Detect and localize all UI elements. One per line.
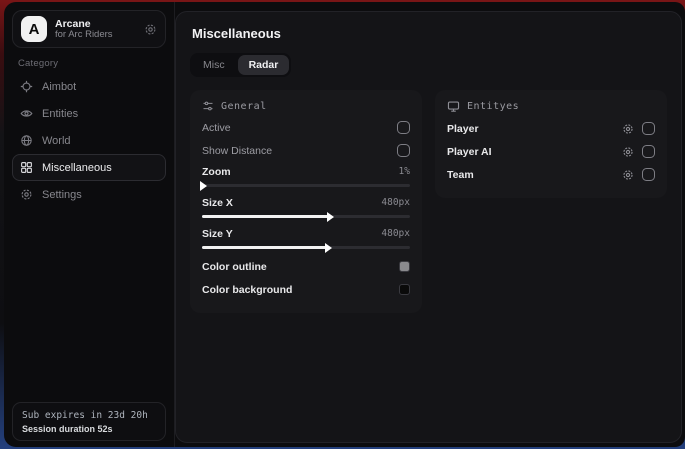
sidebar-item-miscellaneous[interactable]: Miscellaneous <box>12 154 166 181</box>
player-ai-row: Player AI <box>447 140 655 163</box>
size-x-slider-row: Size X 480px <box>202 193 410 218</box>
color-background-label: Color background <box>202 284 292 296</box>
sliders-icon <box>202 100 214 112</box>
brand-text: Arcane for Arc Riders <box>55 18 136 41</box>
sidebar-nav: Aimbot Entities World <box>4 73 174 208</box>
app-tagline: for Arc Riders <box>55 30 136 41</box>
app-name: Arcane <box>55 18 136 30</box>
color-outline-swatch[interactable] <box>399 261 410 272</box>
tab-bar: Misc Radar <box>190 53 291 77</box>
size-x-slider-thumb[interactable] <box>327 212 334 222</box>
sidebar-item-label: Settings <box>42 189 82 201</box>
show-distance-row: Show Distance <box>202 139 410 162</box>
active-checkbox[interactable] <box>397 121 410 134</box>
show-distance-checkbox[interactable] <box>397 144 410 157</box>
tab-misc[interactable]: Misc <box>192 55 236 75</box>
sub-expires-text: Sub expires in 23d 20h <box>22 410 156 421</box>
zoom-slider-thumb[interactable] <box>200 181 207 191</box>
page-title: Miscellaneous <box>192 26 667 41</box>
player-checkbox[interactable] <box>642 122 655 135</box>
size-y-slider[interactable] <box>202 246 410 249</box>
color-background-swatch[interactable] <box>399 284 410 295</box>
crosshair-icon <box>20 80 33 93</box>
active-label: Active <box>202 122 231 134</box>
color-outline-label: Color outline <box>202 261 267 273</box>
sidebar-item-settings[interactable]: Settings <box>12 181 166 208</box>
brand-gear-icon[interactable] <box>144 23 157 36</box>
general-card: General Active Show Distance Zoom 1% <box>190 90 422 313</box>
player-label: Player <box>447 123 479 135</box>
color-outline-row: Color outline <box>202 255 410 278</box>
player-ai-checkbox[interactable] <box>642 145 655 158</box>
size-y-value: 480px <box>381 228 410 239</box>
sidebar-item-world[interactable]: World <box>12 127 166 154</box>
grid-icon <box>20 161 33 174</box>
team-row: Team <box>447 163 655 186</box>
app-window: A Arcane for Arc Riders Category <box>4 2 685 447</box>
monitor-icon <box>447 100 460 113</box>
zoom-value: 1% <box>399 166 410 177</box>
subscription-card: Sub expires in 23d 20h Session duration … <box>12 402 166 441</box>
player-gear-icon[interactable] <box>622 123 634 135</box>
size-y-slider-row: Size Y 480px <box>202 224 410 249</box>
size-x-value: 480px <box>381 197 410 208</box>
main-area: Miscellaneous Misc Radar Gene <box>175 2 685 447</box>
player-ai-gear-icon[interactable] <box>622 146 634 158</box>
session-duration-text: Session duration 52s <box>22 424 156 434</box>
globe-icon <box>20 134 33 147</box>
general-card-header: General <box>202 100 410 112</box>
entities-card-title: Entityes <box>467 101 519 112</box>
sidebar-item-label: Entities <box>42 108 78 120</box>
show-distance-label: Show Distance <box>202 145 272 157</box>
brand-card: A Arcane for Arc Riders <box>12 10 166 48</box>
zoom-slider[interactable] <box>202 184 410 187</box>
team-checkbox[interactable] <box>642 168 655 181</box>
player-row: Player <box>447 117 655 140</box>
zoom-slider-row: Zoom 1% <box>202 162 410 187</box>
team-label: Team <box>447 169 474 181</box>
category-label: Category <box>18 58 174 69</box>
size-y-slider-thumb[interactable] <box>325 243 332 253</box>
app-logo: A <box>21 16 47 42</box>
eye-icon <box>20 107 33 120</box>
player-ai-label: Player AI <box>447 146 492 158</box>
entities-card: Entityes Player <box>435 90 667 198</box>
team-gear-icon[interactable] <box>622 169 634 181</box>
size-x-slider[interactable] <box>202 215 410 218</box>
active-row: Active <box>202 116 410 139</box>
sidebar-item-entities[interactable]: Entities <box>12 100 166 127</box>
tab-radar[interactable]: Radar <box>238 55 290 75</box>
size-x-label: Size X <box>202 197 233 209</box>
sidebar-item-aimbot[interactable]: Aimbot <box>12 73 166 100</box>
cards-row: General Active Show Distance Zoom 1% <box>190 90 667 313</box>
zoom-label: Zoom <box>202 166 231 178</box>
color-background-row: Color background <box>202 278 410 301</box>
gear-icon <box>20 188 33 201</box>
content-panel: Miscellaneous Misc Radar Gene <box>175 11 682 443</box>
sidebar-item-label: World <box>42 135 71 147</box>
sidebar: A Arcane for Arc Riders Category <box>4 2 175 447</box>
size-y-label: Size Y <box>202 228 233 240</box>
general-card-title: General <box>221 101 267 112</box>
entities-card-header: Entityes <box>447 100 655 113</box>
sidebar-item-label: Aimbot <box>42 81 76 93</box>
sidebar-item-label: Miscellaneous <box>42 162 112 174</box>
